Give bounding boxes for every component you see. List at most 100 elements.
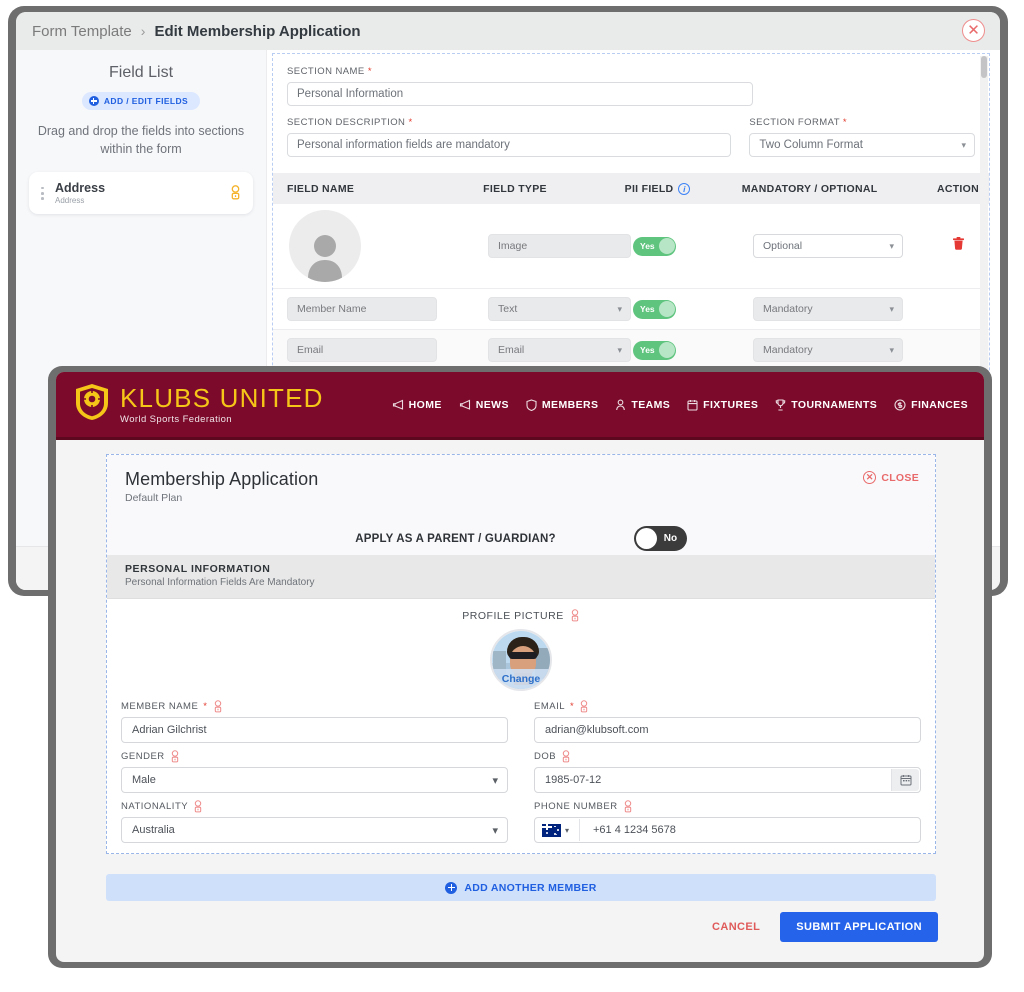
avatar[interactable]: Change [490,629,552,691]
pii-toggle[interactable]: Yes [633,236,676,256]
calendar-icon[interactable] [891,769,919,791]
field-type-value: Email [498,344,525,356]
field-name-value: Email [297,344,324,356]
dob-label: DOB [534,750,921,763]
pii-toggle[interactable]: Yes [633,340,676,360]
field-name-input[interactable]: Member Name [287,297,437,321]
close-button[interactable]: ✕ CLOSE [863,471,919,484]
dollar-icon [894,398,906,411]
plus-icon [88,96,99,106]
pii-toggle-label: Yes [640,345,655,355]
guardian-row: APPLY AS A PARENT / GUARDIAN? No [125,526,917,551]
section-description-input[interactable]: Personal information fields are mandator… [287,133,732,157]
dob-field[interactable]: 1985-07-12 [534,767,921,793]
profile-picture-label-text: PROFILE PICTURE [462,609,564,622]
row-field-type-cell: Text ▾ [488,297,633,321]
add-another-member-button[interactable]: ADD ANOTHER MEMBER [106,874,936,901]
nationality-value: Australia [132,824,175,836]
megaphone-icon [392,399,404,410]
add-edit-fields-label: ADD / EDIT FIELDS [103,96,189,106]
row-field-type-cell: Email ▾ [488,338,633,362]
field-chip-title: Address [55,181,106,196]
cancel-button[interactable]: CANCEL [712,921,760,933]
scrollbar-thumb[interactable] [981,56,987,78]
drag-handle-icon[interactable] [41,186,45,200]
required-mark: * [203,701,208,712]
site-header: KLUBS UNITED World Sports Federation HOM… [56,372,984,440]
application-form-grid: MEMBER NAME * Adrian Gilchrist EMAIL * a… [121,700,921,843]
email-field[interactable]: adrian@klubsoft.com [534,717,921,743]
add-edit-fields-button[interactable]: ADD / EDIT FIELDS [81,92,201,110]
mandatory-value: Optional [763,240,803,252]
nav-item-news[interactable]: NEWS [459,399,509,411]
pii-toggle[interactable]: Yes [633,299,676,319]
pii-toggle-label: Yes [640,241,655,251]
section-format-label: SECTION FORMAT * [749,117,975,128]
avatar-placeholder-icon[interactable] [289,210,361,282]
section-name-input[interactable]: Personal Information [287,82,753,106]
delete-icon[interactable] [953,237,964,253]
field-type-value: Image [498,240,528,252]
add-edit-fields-wrap: ADD / EDIT FIELDS [29,92,253,110]
mandatory-select[interactable]: Mandatory ▾ [753,338,903,362]
mandatory-value: Mandatory [763,303,813,315]
mandatory-select[interactable]: Optional ▾ [753,234,903,258]
chevron-down-icon: ▾ [889,303,894,314]
row-pii-cell: Yes [633,340,753,360]
nav-label: FINANCES [911,398,968,411]
field-type-select[interactable]: Text ▾ [488,297,631,321]
row-mandatory-cell: Mandatory ▾ [753,338,953,362]
section-title: PERSONAL INFORMATION [125,563,271,575]
required-mark: * [570,701,575,712]
field-type-input[interactable]: Image [488,234,631,258]
country-code-selector[interactable]: ▾ [536,819,580,841]
section-name-label: SECTION NAME * [287,66,975,77]
change-photo-button[interactable]: Change [492,669,550,689]
pii-fingerprint-icon [170,750,180,763]
nav-label: TEAMS [631,398,671,411]
nationality-select[interactable]: Australia ▾ [121,817,508,843]
chevron-down-icon: ▾ [889,344,894,355]
pii-fingerprint-icon [213,700,223,713]
section-format-select[interactable]: Two Column Format ▾ [749,133,975,157]
screenshot-root: Form Template › Edit Membership Applicat… [0,0,1024,992]
required-mark: * [408,117,413,128]
brand-name: KLUBS UNITED [120,382,324,413]
nav-label: MEMBERS [541,398,599,411]
window-close-icon[interactable]: ✕ [962,19,985,42]
phone-number-value: +61 4 1234 5678 [593,824,676,836]
breadcrumb-separator: › [140,23,146,39]
nav-item-finances[interactable]: FINANCES [894,399,968,411]
row-field-name-cell: Email [283,338,488,362]
section-description-label: SECTION DESCRIPTION * [287,117,731,128]
submit-application-button[interactable]: SUBMIT APPLICATION [780,912,938,942]
guardian-toggle[interactable]: No [633,526,687,551]
gender-select[interactable]: Male ▾ [121,767,508,793]
phone-number-label: PHONE NUMBER [534,800,921,813]
nav-item-teams[interactable]: TEAMS [615,399,670,411]
nav-item-home[interactable]: HOME [392,399,442,411]
field-type-select[interactable]: Email ▾ [488,338,631,362]
info-icon[interactable]: i [678,182,691,195]
field-chip-subtitle: Address [55,196,85,206]
chevron-down-icon: ▾ [565,825,570,835]
nav-item-fixtures[interactable]: FIXTURES [687,399,758,411]
site-logo[interactable]: KLUBS UNITED World Sports Federation [74,383,324,426]
nav-label: HOME [408,398,442,411]
row-avatar-cell [283,210,488,282]
field-list-item-address[interactable]: Address Address [29,172,253,215]
field-name-input[interactable]: Email [287,338,437,362]
section-description-label-text: SECTION DESCRIPTION [287,117,406,128]
nav-item-tournaments[interactable]: TOURNAMENTS [775,399,877,411]
chevron-down-icon: ▾ [492,774,498,787]
breadcrumb: Form Template › Edit Membership Applicat… [16,12,1000,50]
phone-number-field[interactable]: ▾ +61 4 1234 5678 [534,817,921,843]
mandatory-select[interactable]: Mandatory ▾ [753,297,903,321]
plus-icon [445,881,458,894]
email-label: EMAIL * [534,700,921,713]
field-name-value: Member Name [297,303,367,315]
personal-information-band: PERSONAL INFORMATION Personal Informatio… [107,555,935,599]
nav-item-members[interactable]: MEMBERS [526,399,598,411]
member-name-field[interactable]: Adrian Gilchrist [121,717,508,743]
breadcrumb-root[interactable]: Form Template [32,23,132,40]
